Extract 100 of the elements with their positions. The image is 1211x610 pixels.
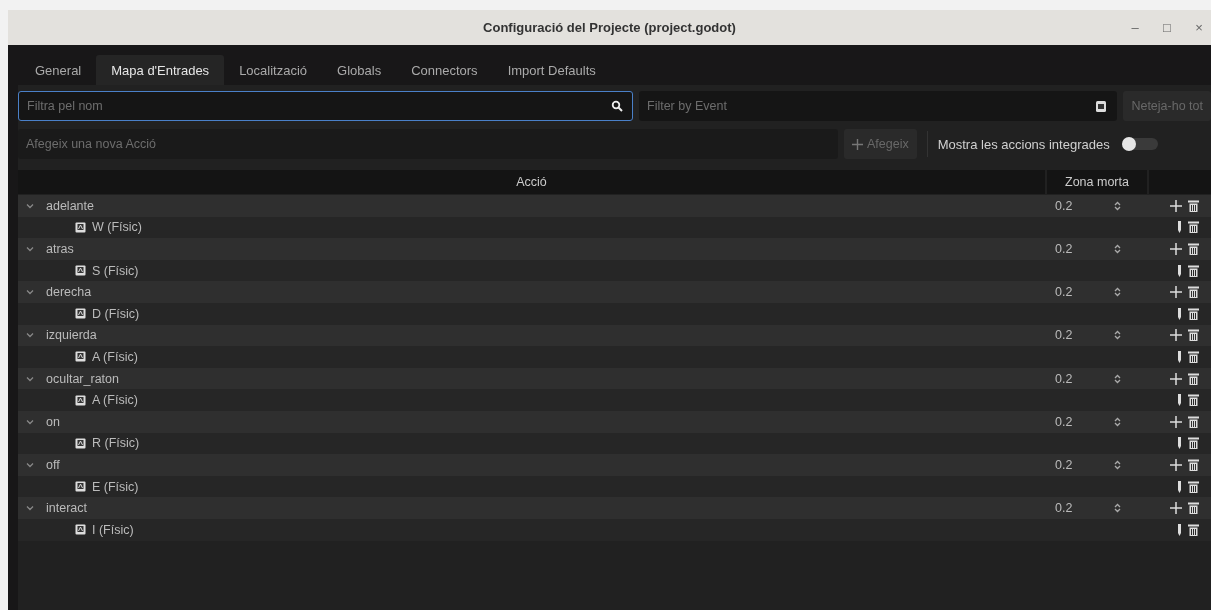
key-icon	[75, 394, 86, 406]
search-icon	[611, 100, 623, 112]
event-filter-field[interactable]: Filter by Event	[639, 91, 1118, 121]
action-name[interactable]: derecha	[46, 285, 92, 300]
window-title: Configuració del Projecte (project.godot)	[483, 20, 736, 35]
action-name[interactable]: atras	[46, 242, 74, 256]
tab[interactable]: Mapa d'Entrades	[96, 55, 225, 85]
key-icon	[75, 265, 86, 277]
spinner-icon[interactable]	[1114, 416, 1121, 427]
key-icon	[75, 481, 86, 492]
trash-icon[interactable]	[1188, 199, 1199, 212]
trash-icon[interactable]	[1188, 221, 1199, 234]
edit-icon[interactable]	[1177, 480, 1182, 493]
deadzone-value[interactable]: 0.2	[1055, 198, 1073, 213]
deadzone-value[interactable]: 0.2	[1055, 285, 1073, 300]
chevron-icon[interactable]	[26, 505, 34, 512]
tab[interactable]: Import Defaults	[492, 55, 611, 85]
spinner-icon[interactable]	[1114, 373, 1121, 384]
event-label[interactable]: W (Físic)	[92, 220, 142, 235]
key-icon	[75, 437, 86, 449]
action-name[interactable]: on	[46, 414, 60, 429]
add-icon[interactable]	[1170, 458, 1182, 471]
trash-icon[interactable]	[1188, 286, 1199, 299]
chevron-icon[interactable]	[26, 332, 34, 339]
trash-icon[interactable]	[1188, 437, 1199, 450]
add-icon[interactable]	[1170, 329, 1182, 342]
event-label[interactable]: A (Físic)	[92, 393, 138, 408]
close-button[interactable]: ×	[1187, 20, 1211, 35]
add-icon[interactable]	[1170, 199, 1182, 212]
event-label[interactable]: D (Físic)	[92, 306, 140, 321]
edit-icon[interactable]	[1177, 307, 1182, 320]
keyboard-icon[interactable]	[1095, 100, 1108, 113]
tab[interactable]: Connectors	[396, 55, 493, 85]
add-icon[interactable]	[1170, 243, 1182, 255]
trash-icon[interactable]	[1188, 243, 1199, 255]
action-name[interactable]: off	[46, 457, 60, 472]
event-label[interactable]: E (Físic)	[92, 479, 139, 494]
search-field[interactable]: Filtra pel nom	[18, 91, 633, 121]
add-icon[interactable]	[1170, 415, 1182, 428]
maximize-button[interactable]: □	[1155, 20, 1179, 35]
deadzone-value[interactable]: 0.2	[1055, 242, 1073, 256]
event-label[interactable]: R (Físic)	[92, 436, 140, 451]
deadzone-value[interactable]: 0.2	[1055, 414, 1073, 429]
event-label[interactable]: I (Físic)	[92, 522, 134, 537]
edit-icon[interactable]	[1177, 350, 1182, 363]
trash-icon[interactable]	[1188, 480, 1199, 493]
add-icon[interactable]	[1170, 372, 1182, 385]
toggle-label: Mostra les accions integrades	[937, 136, 1110, 152]
chevron-icon[interactable]	[26, 202, 34, 209]
deadzone-value[interactable]: 0.2	[1055, 371, 1073, 386]
edit-icon[interactable]	[1177, 523, 1182, 536]
trash-icon[interactable]	[1188, 415, 1199, 428]
tab[interactable]: General	[20, 55, 97, 85]
key-icon	[75, 351, 86, 363]
chevron-icon[interactable]	[26, 461, 34, 468]
trash-icon[interactable]	[1188, 502, 1199, 515]
chevron-icon[interactable]	[26, 375, 34, 382]
action-name[interactable]: izquierda	[46, 328, 97, 343]
chevron-icon[interactable]	[26, 418, 34, 425]
spinner-icon[interactable]	[1114, 244, 1121, 254]
edit-icon[interactable]	[1177, 437, 1182, 450]
spinner-icon[interactable]	[1114, 459, 1121, 470]
minimize-button[interactable]: –	[1123, 20, 1147, 35]
spinner-icon[interactable]	[1114, 503, 1121, 514]
deadzone-value[interactable]: 0.2	[1055, 501, 1073, 516]
spinner-icon[interactable]	[1114, 330, 1121, 341]
event-label[interactable]: S (Físic)	[92, 263, 139, 278]
edit-icon[interactable]	[1177, 264, 1182, 277]
action-name[interactable]: ocultar_raton	[46, 371, 119, 386]
spinner-icon[interactable]	[1114, 200, 1121, 211]
tab[interactable]: Localització	[224, 55, 323, 85]
spinner-icon[interactable]	[1114, 287, 1121, 298]
column-header: Acció	[18, 170, 1045, 194]
trash-icon[interactable]	[1188, 523, 1199, 536]
deadzone-value[interactable]: 0.2	[1055, 328, 1073, 343]
action-name[interactable]: adelante	[46, 198, 94, 213]
add-icon	[852, 138, 863, 150]
trash-icon[interactable]	[1188, 350, 1199, 363]
chevron-icon[interactable]	[26, 246, 34, 252]
edit-icon[interactable]	[1177, 394, 1182, 407]
trash-icon[interactable]	[1188, 458, 1199, 471]
toggle-switch[interactable]	[1121, 138, 1158, 150]
edit-icon[interactable]	[1177, 221, 1182, 234]
add-icon[interactable]	[1170, 502, 1182, 515]
trash-icon[interactable]	[1188, 329, 1199, 342]
tab[interactable]: Globals	[322, 55, 397, 85]
chevron-icon[interactable]	[26, 289, 34, 296]
trash-icon[interactable]	[1188, 307, 1199, 320]
new-action-field[interactable]: Afegeix una nova Acció	[18, 129, 838, 159]
column-header: Zona morta	[1047, 170, 1147, 194]
trash-icon[interactable]	[1188, 394, 1199, 407]
event-label[interactable]: A (Físic)	[92, 349, 138, 364]
key-icon	[75, 221, 86, 233]
action-name[interactable]: interact	[46, 501, 87, 516]
add-icon[interactable]	[1170, 286, 1182, 299]
trash-icon[interactable]	[1188, 372, 1199, 385]
trash-icon[interactable]	[1188, 264, 1199, 277]
key-icon	[75, 524, 86, 536]
deadzone-value[interactable]: 0.2	[1055, 457, 1073, 472]
key-icon	[75, 308, 86, 320]
